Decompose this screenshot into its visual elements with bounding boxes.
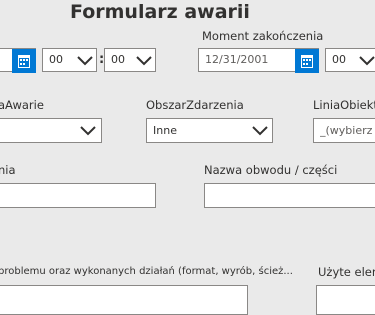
uzyte-elementy-input[interactable] (316, 285, 375, 315)
start-hour-value: 00 (49, 53, 63, 66)
opis-problemu-textarea[interactable] (0, 285, 248, 315)
start-minute-dropdown[interactable]: 00 (104, 48, 156, 72)
left-field-label: nia (0, 163, 16, 177)
linia-obiekt-label: LiniaObiektZ (313, 98, 375, 112)
calendar-icon (18, 55, 30, 68)
chevron-down-icon (358, 55, 375, 67)
przyczyna-dropdown[interactable] (0, 118, 102, 143)
end-date-placeholder: 12/31/2001 (205, 53, 269, 66)
chevron-down-icon (251, 125, 269, 137)
linia-obiekt-combobox[interactable]: _(wybierz ob (313, 118, 375, 143)
calendar-button[interactable] (12, 49, 36, 73)
calendar-button[interactable] (295, 49, 319, 73)
start-date-input[interactable] (0, 48, 36, 73)
calendar-icon (301, 55, 313, 68)
linia-obiekt-placeholder: _(wybierz ob (320, 124, 375, 137)
obszar-zdarzenia-dropdown[interactable]: Inne (146, 118, 273, 143)
obszar-zdarzenia-label: ObszarZdarzenia (146, 98, 244, 112)
start-minute-value: 00 (111, 53, 125, 66)
przyczyna-awarii-label: aAwarie (0, 98, 44, 112)
start-hour-dropdown[interactable]: 00 (42, 48, 97, 72)
end-hour-dropdown[interactable]: 00 (325, 48, 375, 72)
chevron-down-icon (79, 125, 97, 137)
nazwa-obwodu-input[interactable] (204, 183, 375, 208)
chevron-down-icon (135, 55, 153, 67)
form-title: Formularz awarii (70, 1, 250, 23)
nazwa-obwodu-label: Nazwa obwodu / części (204, 163, 338, 177)
chevron-down-icon (76, 55, 94, 67)
end-hour-value: 00 (332, 53, 346, 66)
obszar-zdarzenia-value: Inne (153, 124, 177, 137)
left-text-input[interactable] (0, 183, 156, 208)
end-date-input[interactable]: 12/31/2001 (198, 48, 319, 73)
opis-problemu-label: problemu oraz wykonanych działań (format… (0, 266, 293, 277)
uzyte-elementy-label: Użyte eleme (318, 265, 375, 279)
moment-zakonczenia-label: Moment zakończenia (202, 29, 324, 43)
